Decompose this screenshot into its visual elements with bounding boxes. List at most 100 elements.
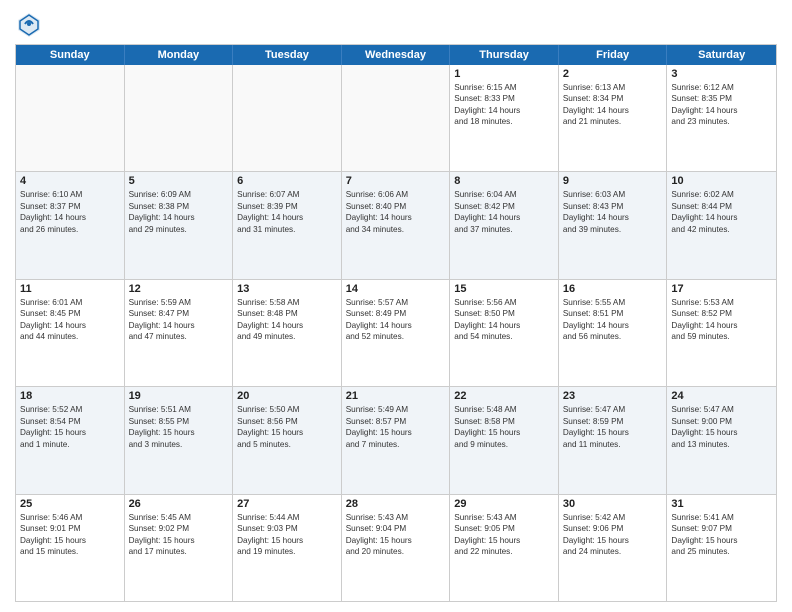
day-cell-20: 20 Sunrise: 5:50 AM Sunset: 8:56 PM Dayli… [233,387,342,493]
day-number: 20 [237,390,337,402]
day-info: Sunrise: 6:01 AM Sunset: 8:45 PM Dayligh… [20,297,120,343]
logo-icon [15,10,43,38]
day-cell-10: 10 Sunrise: 6:02 AM Sunset: 8:44 PM Dayli… [667,172,776,278]
day-info: Sunrise: 5:46 AM Sunset: 9:01 PM Dayligh… [20,512,120,558]
day-cell-7: 7 Sunrise: 6:06 AM Sunset: 8:40 PM Daylig… [342,172,451,278]
empty-cell [233,65,342,171]
day-cell-13: 13 Sunrise: 5:58 AM Sunset: 8:48 PM Dayli… [233,280,342,386]
day-cell-25: 25 Sunrise: 5:46 AM Sunset: 9:01 PM Dayli… [16,495,125,601]
day-info: Sunrise: 6:09 AM Sunset: 8:38 PM Dayligh… [129,189,229,235]
day-cell-27: 27 Sunrise: 5:44 AM Sunset: 9:03 PM Dayli… [233,495,342,601]
header-cell-thursday: Thursday [450,45,559,65]
day-number: 16 [563,283,663,295]
day-cell-26: 26Sunrise: 5:45 AM Sunset: 9:02 PM Dayli… [125,495,234,601]
day-cell-28: 28 Sunrise: 5:43 AM Sunset: 9:04 PM Dayli… [342,495,451,601]
calendar: SundayMondayTuesdayWednesdayThursdayFrid… [15,44,777,602]
day-info: Sunrise: 5:47 AM Sunset: 9:00 PM Dayligh… [671,404,772,450]
header [15,10,777,38]
day-number: 4 [20,175,120,187]
header-cell-tuesday: Tuesday [233,45,342,65]
day-number: 3 [671,68,772,80]
empty-cell [342,65,451,171]
day-cell-2: 2Sunrise: 6:13 AM Sunset: 8:34 PM Daylig… [559,65,668,171]
logo [15,10,47,38]
day-info: Sunrise: 5:52 AM Sunset: 8:54 PM Dayligh… [20,404,120,450]
day-number: 30 [563,498,663,510]
empty-cell [125,65,234,171]
day-number: 13 [237,283,337,295]
day-info: Sunrise: 5:51 AM Sunset: 8:55 PM Dayligh… [129,404,229,450]
day-cell-14: 14Sunrise: 5:57 AM Sunset: 8:49 PM Dayli… [342,280,451,386]
day-cell-1: 1 Sunrise: 6:15 AM Sunset: 8:33 PM Daylig… [450,65,559,171]
day-info: Sunrise: 6:02 AM Sunset: 8:44 PM Dayligh… [671,189,772,235]
day-cell-4: 4Sunrise: 6:10 AM Sunset: 8:37 PM Daylig… [16,172,125,278]
day-cell-17: 17 Sunrise: 5:53 AM Sunset: 8:52 PM Dayli… [667,280,776,386]
day-number: 27 [237,498,337,510]
day-number: 1 [454,68,554,80]
day-number: 6 [237,175,337,187]
calendar-row: 1 Sunrise: 6:15 AM Sunset: 8:33 PM Daylig… [16,65,776,172]
day-number: 15 [454,283,554,295]
day-info: Sunrise: 5:47 AM Sunset: 8:59 PM Dayligh… [563,404,663,450]
header-cell-wednesday: Wednesday [342,45,451,65]
day-number: 19 [129,390,229,402]
day-info: Sunrise: 5:49 AM Sunset: 8:57 PM Dayligh… [346,404,446,450]
header-cell-friday: Friday [559,45,668,65]
day-number: 24 [671,390,772,402]
day-cell-6: 6 Sunrise: 6:07 AM Sunset: 8:39 PM Daylig… [233,172,342,278]
day-number: 31 [671,498,772,510]
day-cell-24: 24 Sunrise: 5:47 AM Sunset: 9:00 PM Dayli… [667,387,776,493]
day-cell-23: 23Sunrise: 5:47 AM Sunset: 8:59 PM Dayli… [559,387,668,493]
day-info: Sunrise: 6:12 AM Sunset: 8:35 PM Dayligh… [671,82,772,128]
day-number: 25 [20,498,120,510]
day-cell-19: 19 Sunrise: 5:51 AM Sunset: 8:55 PM Dayli… [125,387,234,493]
day-info: Sunrise: 6:07 AM Sunset: 8:39 PM Dayligh… [237,189,337,235]
day-cell-5: 5Sunrise: 6:09 AM Sunset: 8:38 PM Daylig… [125,172,234,278]
day-info: Sunrise: 6:03 AM Sunset: 8:43 PM Dayligh… [563,189,663,235]
day-info: Sunrise: 5:43 AM Sunset: 9:05 PM Dayligh… [454,512,554,558]
day-info: Sunrise: 5:48 AM Sunset: 8:58 PM Dayligh… [454,404,554,450]
day-info: Sunrise: 5:57 AM Sunset: 8:49 PM Dayligh… [346,297,446,343]
day-info: Sunrise: 6:15 AM Sunset: 8:33 PM Dayligh… [454,82,554,128]
calendar-row: 4Sunrise: 6:10 AM Sunset: 8:37 PM Daylig… [16,172,776,279]
day-cell-3: 3 Sunrise: 6:12 AM Sunset: 8:35 PM Daylig… [667,65,776,171]
day-info: Sunrise: 5:58 AM Sunset: 8:48 PM Dayligh… [237,297,337,343]
day-number: 7 [346,175,446,187]
day-number: 12 [129,283,229,295]
day-info: Sunrise: 5:56 AM Sunset: 8:50 PM Dayligh… [454,297,554,343]
day-cell-8: 8 Sunrise: 6:04 AM Sunset: 8:42 PM Daylig… [450,172,559,278]
day-info: Sunrise: 5:53 AM Sunset: 8:52 PM Dayligh… [671,297,772,343]
day-number: 18 [20,390,120,402]
day-cell-22: 22 Sunrise: 5:48 AM Sunset: 8:58 PM Dayli… [450,387,559,493]
day-cell-29: 29 Sunrise: 5:43 AM Sunset: 9:05 PM Dayli… [450,495,559,601]
header-cell-sunday: Sunday [16,45,125,65]
day-cell-31: 31Sunrise: 5:41 AM Sunset: 9:07 PM Dayli… [667,495,776,601]
day-cell-11: 11 Sunrise: 6:01 AM Sunset: 8:45 PM Dayli… [16,280,125,386]
day-number: 11 [20,283,120,295]
day-number: 8 [454,175,554,187]
calendar-header: SundayMondayTuesdayWednesdayThursdayFrid… [16,45,776,65]
day-cell-9: 9Sunrise: 6:03 AM Sunset: 8:43 PM Daylig… [559,172,668,278]
day-cell-12: 12Sunrise: 5:59 AM Sunset: 8:47 PM Dayli… [125,280,234,386]
day-number: 2 [563,68,663,80]
day-info: Sunrise: 6:06 AM Sunset: 8:40 PM Dayligh… [346,189,446,235]
day-info: Sunrise: 5:43 AM Sunset: 9:04 PM Dayligh… [346,512,446,558]
day-number: 26 [129,498,229,510]
day-info: Sunrise: 6:04 AM Sunset: 8:42 PM Dayligh… [454,189,554,235]
day-cell-18: 18 Sunrise: 5:52 AM Sunset: 8:54 PM Dayli… [16,387,125,493]
day-number: 22 [454,390,554,402]
day-number: 29 [454,498,554,510]
day-info: Sunrise: 5:50 AM Sunset: 8:56 PM Dayligh… [237,404,337,450]
calendar-row: 11 Sunrise: 6:01 AM Sunset: 8:45 PM Dayli… [16,280,776,387]
day-cell-30: 30 Sunrise: 5:42 AM Sunset: 9:06 PM Dayli… [559,495,668,601]
empty-cell [16,65,125,171]
day-info: Sunrise: 5:44 AM Sunset: 9:03 PM Dayligh… [237,512,337,558]
day-cell-21: 21Sunrise: 5:49 AM Sunset: 8:57 PM Dayli… [342,387,451,493]
page: SundayMondayTuesdayWednesdayThursdayFrid… [0,0,792,612]
day-number: 28 [346,498,446,510]
day-info: Sunrise: 5:42 AM Sunset: 9:06 PM Dayligh… [563,512,663,558]
day-number: 10 [671,175,772,187]
day-cell-15: 15 Sunrise: 5:56 AM Sunset: 8:50 PM Dayli… [450,280,559,386]
calendar-body: 1 Sunrise: 6:15 AM Sunset: 8:33 PM Daylig… [16,65,776,601]
day-number: 17 [671,283,772,295]
